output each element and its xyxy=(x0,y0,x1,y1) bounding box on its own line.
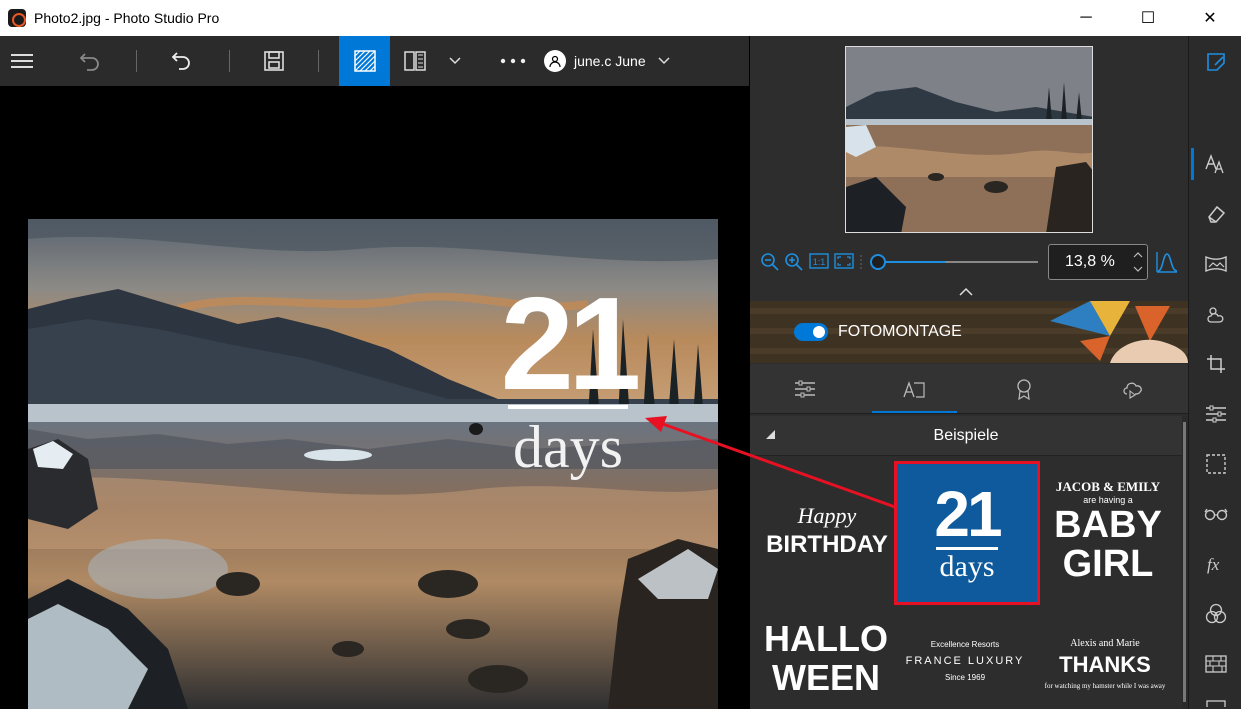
zoom-percentage-input[interactable]: 13,8 % xyxy=(1048,244,1148,280)
text-tool-tabs xyxy=(750,364,1188,414)
more-tools-icon[interactable] xyxy=(1189,692,1241,709)
tab-text-templates[interactable] xyxy=(860,364,970,413)
template-days-number: 21 xyxy=(934,477,1002,550)
tab-text-settings[interactable] xyxy=(750,364,860,413)
template-hallo-line: HALLO xyxy=(764,618,888,659)
navigator-thumbnail[interactable] xyxy=(845,46,1093,233)
template-baby-names: JACOB & EMILY xyxy=(1055,479,1161,494)
template-baby-line: BABY xyxy=(1054,504,1162,546)
examples-section-header[interactable]: Beispiele xyxy=(750,416,1182,456)
svg-text:fx: fx xyxy=(1207,555,1220,574)
view-dropdown-chevron-icon[interactable] xyxy=(440,36,470,86)
template-thanks-caption: for watching my hamster while I was away xyxy=(1044,681,1166,690)
template-birthday-script: Happy xyxy=(797,503,857,528)
tab-badges[interactable] xyxy=(969,364,1079,413)
maximize-button[interactable]: ☐ xyxy=(1117,0,1179,36)
template-happy-birthday[interactable]: Happy BIRTHDAY xyxy=(752,476,902,586)
app-logo-icon xyxy=(8,9,26,27)
zoom-controls: 1:1 13,8 % xyxy=(750,242,1188,286)
template-france-luxury[interactable]: Excellence Resorts FRANCE LUXURY Since 1… xyxy=(898,626,1032,696)
sliders-icon xyxy=(794,380,815,397)
zoom-in-icon[interactable] xyxy=(784,252,804,277)
histogram-icon[interactable] xyxy=(1155,250,1179,279)
user-menu-chevron-icon xyxy=(658,57,670,65)
cloud-shape-icon xyxy=(1123,382,1143,399)
svg-text:1:1: 1:1 xyxy=(813,257,826,267)
minimize-button[interactable]: ─ xyxy=(1055,0,1117,36)
tool-sidebar: fx xyxy=(1188,36,1241,709)
user-name: june.c June xyxy=(574,53,646,69)
tab-shapes[interactable] xyxy=(1079,364,1189,413)
template-resort-title: FRANCE LUXURY xyxy=(905,655,1025,667)
undo-icon[interactable] xyxy=(137,36,225,86)
effects-fx-icon[interactable]: fx xyxy=(1189,544,1241,584)
selection-icon[interactable] xyxy=(1189,444,1241,484)
right-panel: 1:1 13,8 % FOTOMONTAGE Beispiele Happy B… xyxy=(750,36,1188,709)
text-tool-icon[interactable] xyxy=(1189,144,1241,184)
color-channels-icon[interactable] xyxy=(1189,594,1241,634)
award-badge-icon xyxy=(1017,378,1031,400)
main-toolbar: june.c June xyxy=(0,36,749,86)
template-birthday-title: BIRTHDAY xyxy=(766,531,888,558)
save-icon[interactable] xyxy=(230,36,318,86)
template-thanks[interactable]: Alexis and Marie THANKS for watching my … xyxy=(1036,621,1174,706)
overlay-number-text[interactable]: 21 xyxy=(498,278,642,410)
zoom-out-icon[interactable] xyxy=(760,252,780,277)
template-thanks-title: THANKS xyxy=(1059,651,1151,677)
template-halloween[interactable]: HALLO WEEN xyxy=(752,614,900,704)
split-view-icon[interactable] xyxy=(390,36,440,86)
actual-size-icon[interactable]: 1:1 xyxy=(809,253,829,274)
template-days-word: days xyxy=(939,549,995,583)
template-resort-subtitle: Excellence Resorts xyxy=(930,640,1000,649)
fotomontage-label: FOTOMONTAGE xyxy=(838,323,962,340)
image-canvas[interactable]: 21 days xyxy=(0,86,749,709)
hamburger-menu-icon[interactable] xyxy=(0,36,44,86)
template-girl-line: GIRL xyxy=(1062,543,1154,585)
undo-all-icon[interactable] xyxy=(44,36,136,86)
overlay-word-text[interactable]: days xyxy=(498,417,638,477)
zoom-slider[interactable] xyxy=(870,252,1040,272)
weather-effects-icon[interactable] xyxy=(1189,294,1241,334)
glasses-icon[interactable] xyxy=(1189,494,1241,534)
fotomontage-banner[interactable]: FOTOMONTAGE xyxy=(750,301,1188,363)
template-21-days[interactable]: 21 days xyxy=(894,461,1040,605)
compare-view-icon[interactable] xyxy=(339,36,390,86)
fotomontage-toggle[interactable] xyxy=(794,323,828,341)
edit-notes-icon[interactable] xyxy=(1189,42,1241,82)
examples-section-title: Beispiele xyxy=(933,426,999,444)
template-resort-since: Since 1969 xyxy=(944,673,986,682)
more-options-icon[interactable] xyxy=(482,36,544,86)
template-thanks-names: Alexis and Marie xyxy=(1070,637,1140,649)
collapse-navigator-icon[interactable] xyxy=(958,284,974,302)
zoom-spinner-icon[interactable] xyxy=(1133,249,1143,275)
crop-icon[interactable] xyxy=(1189,344,1241,384)
close-button[interactable]: ✕ xyxy=(1179,0,1241,36)
toolbar-divider xyxy=(318,50,319,72)
slider-divider xyxy=(860,255,866,269)
texture-bricks-icon[interactable] xyxy=(1189,644,1241,684)
user-avatar-icon xyxy=(544,50,566,72)
zoom-value: 13,8 % xyxy=(1065,253,1115,270)
text-frame-icon xyxy=(903,380,925,398)
main-photo: 21 days xyxy=(28,219,718,709)
adjustments-icon[interactable] xyxy=(1189,394,1241,434)
panorama-icon[interactable] xyxy=(1189,244,1241,284)
eraser-icon[interactable] xyxy=(1189,194,1241,234)
zoom-slider-thumb[interactable] xyxy=(870,254,886,270)
template-ween-line: WEEN xyxy=(772,657,880,698)
collapse-triangle-icon xyxy=(766,430,775,439)
user-account-button[interactable]: june.c June xyxy=(544,36,684,86)
fit-to-window-icon[interactable] xyxy=(834,253,854,274)
title-bar: Photo2.jpg - Photo Studio Pro ─ ☐ ✕ xyxy=(0,0,1241,36)
window-title: Photo2.jpg - Photo Studio Pro xyxy=(34,10,220,26)
template-baby-girl[interactable]: JACOB & EMILY are having a BABY GIRL xyxy=(1042,472,1174,590)
template-gallery: Happy BIRTHDAY 21 days JACOB & EMILY are… xyxy=(750,456,1182,709)
